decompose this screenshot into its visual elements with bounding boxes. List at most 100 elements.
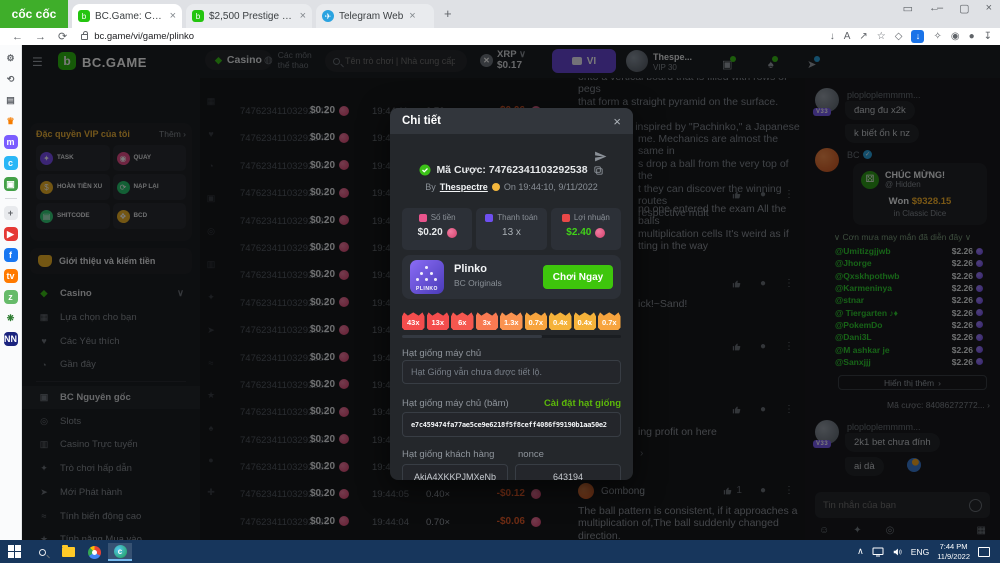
seed-settings-link[interactable]: Cài đặt hạt giống [544,398,621,409]
coccoc-sidebar: ⚙ ⟲ ▤ ♛ m c ▣ + ▶ f tv [0,45,22,540]
nonce-label: nonce [518,449,544,460]
browser-tabbar: cốc cốc b BC.Game: Crypto Casino Ga × b … [0,0,1000,28]
network-icon[interactable] [872,547,884,557]
tab-plinko-challenge[interactable]: b $2,500 Prestige Plinko Chall × [186,4,312,28]
multiplier-bucket: 0.7x [525,310,548,330]
bcgame-favicon: b [78,10,90,22]
tab-title: $2,500 Prestige Plinko Chall [209,11,294,22]
payout-icon [485,214,493,222]
game-provider: BC Originals [454,278,502,288]
new-tab-button[interactable]: + [444,6,452,21]
stat-label: Số tiền [431,213,456,222]
bet-author[interactable]: Thespectre [440,182,488,192]
verified-shield-icon [419,164,431,176]
client-seed-label: Hạt giống khách hàng [402,449,494,460]
tab-bcgame[interactable]: b BC.Game: Crypto Casino Ga × [72,4,182,28]
plinko-thumbnail[interactable]: PLINKO [410,260,444,294]
tab-preview-icon[interactable]: ▭ [903,2,913,15]
multiplier-bucket: 3x [476,310,499,330]
stat-label: Thanh toán [497,213,537,222]
bet-author-row: By Thespectre On 19:44:10, 9/11/2022 [390,182,633,192]
multiplier-bucket: 0.7x [598,310,621,330]
tab-telegram[interactable]: ✈ Telegram Web × [316,4,434,28]
play-now-button[interactable]: Chơi Ngay [543,265,613,289]
chrome-icon[interactable] [82,543,106,561]
coccoc-taskbar-icon[interactable]: c [108,543,132,561]
server-seed-hash-value: e7c459474fa77ae5ce9e6218f5f8ceff4086f991… [411,421,607,429]
multiplier-bucket: 1.3x [500,310,523,330]
multiplier-scrollbar[interactable] [402,335,621,338]
server-seed-hash-field[interactable]: e7c459474fa77ae5ce9e6218f5f8ceff4086f991… [402,412,621,437]
token-coin-icon [595,228,605,238]
clock[interactable]: 7:44 PM11/9/2022 [937,542,970,561]
lock-icon [81,34,88,40]
multiplier-bucket: 43x [402,310,425,330]
action-center-icon[interactable] [978,547,990,557]
minimize-button[interactable]: – [937,2,943,15]
bet-details-modal: Chi tiết × Mã Cược: 74762341103292538 By… [390,108,633,480]
nonce-field[interactable]: 643194 [515,464,621,480]
speaker-icon[interactable] [892,547,903,557]
forward-button[interactable]: → [35,31,46,43]
reload-button[interactable]: ⟳ [58,30,67,43]
taskbar-search[interactable] [30,543,54,561]
amount-icon [419,214,427,222]
copy-icon[interactable] [593,165,604,176]
multiplier-bucket: 13x [427,310,450,330]
window-extra-controls: ▭ ← [903,2,940,15]
window-controls: – ▢ × [937,2,992,15]
server-seed-label: Hạt giống máy chủ [402,348,481,359]
profit-icon [562,214,570,222]
stat-value: $2.40 [566,227,591,238]
modal-title: Chi tiết [402,115,613,127]
close-window-button[interactable]: × [986,2,992,15]
url-field[interactable]: bc.game/vi/game/plinko [81,31,194,42]
client-seed-value: AkiA4XKKPJMXeNb [414,472,496,481]
server-seed-field[interactable]: Hạt Giống vẫn chưa được tiết lộ. [402,360,621,384]
coccoc-logo[interactable]: cốc cốc [0,0,68,28]
stat-amount: Số tiền $0.20 [402,208,472,250]
hidden-icons-chevron[interactable]: ∧ [857,546,864,557]
webpage: ⚙ ⟲ ▤ ♛ m c ▣ + ▶ f tv [0,45,1000,540]
language-indicator[interactable]: ENG [911,547,929,557]
stat-value: $0.20 [418,227,443,238]
multiplier-bucket: 0.4x [574,310,597,330]
stat-profit: Lợi nhuận $2.40 [551,208,621,250]
modal-header: Chi tiết × [390,108,633,134]
bet-stats: Số tiền $0.20 Thanh toán 13 x Lợi nhuận … [402,208,621,250]
tab-title: Telegram Web [339,11,403,22]
token-coin-icon [447,228,457,238]
windows-taskbar: c ∧ ENG 7:44 PM11/9/2022 [0,540,1000,563]
tab-title: BC.Game: Crypto Casino Ga [95,11,164,22]
client-seed-field[interactable]: AkiA4XKKPJMXeNb [402,464,508,480]
extension-row: ↓ A ↗ ☆ ◇ ↓ ✧ ◉ ● ↧ [830,28,992,45]
start-button[interactable] [8,545,21,558]
close-tab-icon[interactable]: × [409,10,415,22]
server-seed-value: Hạt Giống vẫn chưa được tiết lộ. [411,367,542,377]
back-button[interactable]: ← [12,31,23,43]
share-icon[interactable] [594,150,607,163]
game-title: Plinko [454,263,487,275]
stat-label: Lợi nhuận [574,213,610,222]
bet-id-row: Mã Cược: 74762341103292538 [390,164,633,176]
maximize-button[interactable]: ▢ [959,2,969,15]
user-emoji-icon [492,183,500,191]
nonce-value: 643194 [553,472,583,481]
system-tray: ∧ ENG 7:44 PM11/9/2022 [857,540,1000,563]
by-label: By [425,182,436,192]
telegram-favicon: ✈ [322,10,334,22]
bet-id-label: Mã Cược: [436,164,486,176]
stat-value: 13 x [502,227,521,238]
bet-timestamp: On 19:44:10, 9/11/2022 [504,182,598,192]
bcgame-favicon: b [192,10,204,22]
close-modal-icon[interactable]: × [613,114,621,129]
multiplier-strip: 43x 13x 6x 3x 1.3x 0.7x 0.4x 0.4x 0.7x [402,310,621,330]
file-explorer-icon[interactable] [56,543,80,561]
url-text: bc.game/vi/game/plinko [94,31,194,42]
bet-id-value: 74762341103292538 [489,164,588,176]
close-tab-icon[interactable]: × [170,10,176,22]
screen: cốc cốc b BC.Game: Crypto Casino Ga × b … [0,0,1000,563]
multiplier-bucket: 0.4x [549,310,572,330]
server-seed-hash-label: Hạt giống máy chủ (băm) [402,398,509,409]
close-tab-icon[interactable]: × [300,10,306,22]
